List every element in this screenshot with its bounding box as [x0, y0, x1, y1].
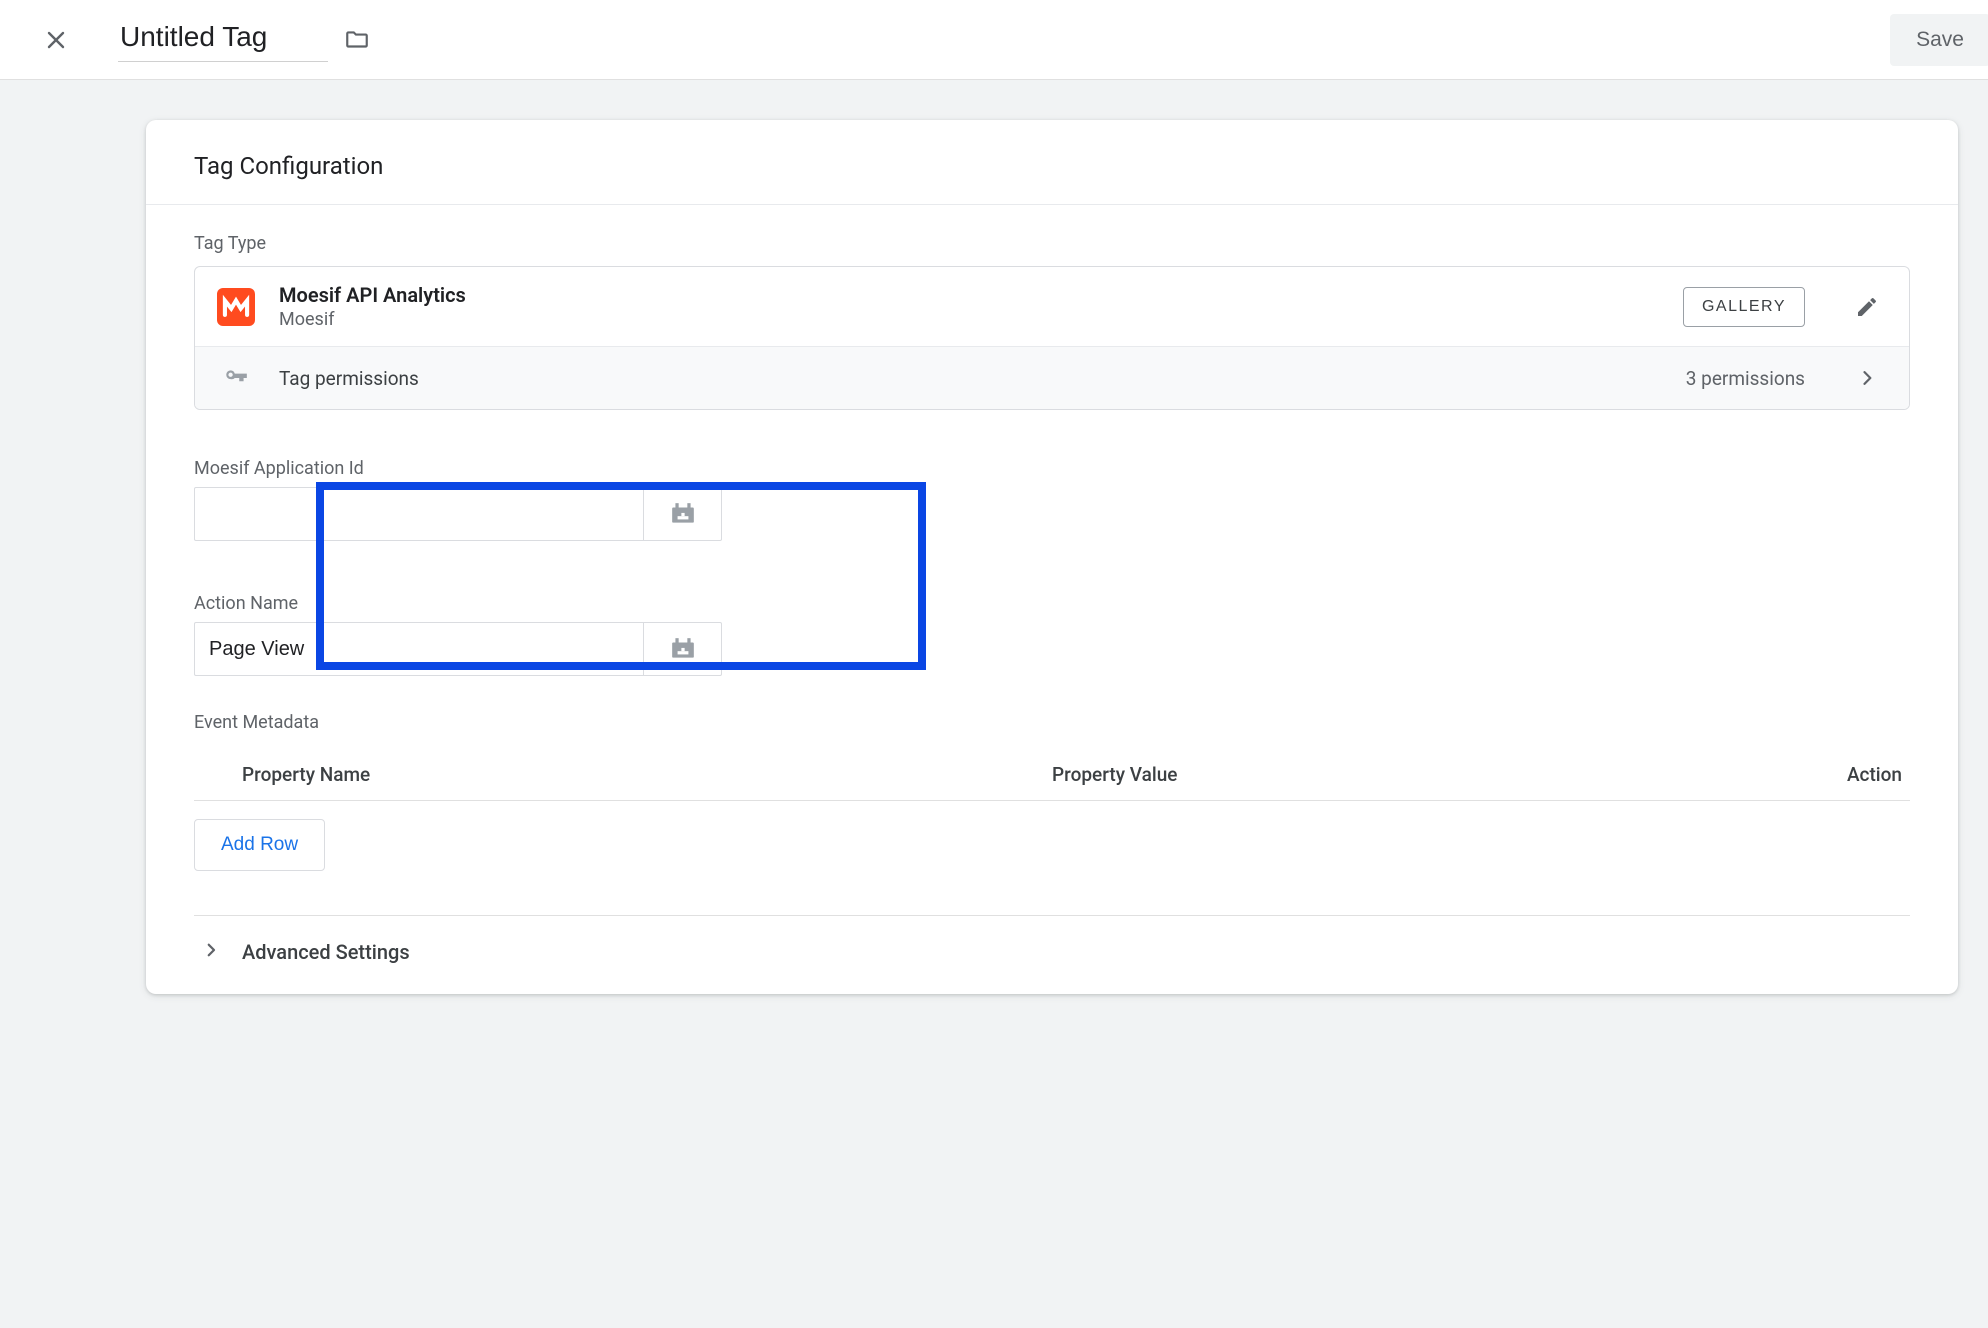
page-body: Tag Configuration Tag Type Moesif API An…	[0, 80, 1988, 1044]
tag-type-box: Moesif API Analytics Moesif GALLERY Tag …	[194, 266, 1910, 410]
col-property-value: Property Value	[1052, 763, 1790, 786]
event-metadata-label: Event Metadata	[194, 712, 1910, 733]
tag-title: Moesif API Analytics	[279, 283, 466, 307]
app-id-label: Moesif Application Id	[194, 458, 1910, 479]
event-metadata-section: Event Metadata Property Name Property Va…	[146, 712, 1958, 871]
add-row-button[interactable]: Add Row	[194, 819, 325, 871]
chevron-right-icon	[1847, 368, 1887, 388]
action-name-label: Action Name	[194, 593, 1910, 614]
action-name-input[interactable]	[194, 622, 644, 676]
config-card: Tag Configuration Tag Type Moesif API An…	[146, 120, 1958, 994]
col-action: Action	[1790, 763, 1910, 786]
gallery-button[interactable]: GALLERY	[1683, 287, 1805, 327]
tag-vendor: Moesif	[279, 309, 466, 330]
tag-info: Moesif API Analytics Moesif	[279, 283, 466, 330]
action-name-field: Action Name	[146, 593, 1958, 676]
metadata-table-header: Property Name Property Value Action	[194, 749, 1910, 801]
col-property-name: Property Name	[194, 763, 1052, 786]
advanced-settings-row[interactable]: Advanced Settings	[146, 916, 1958, 964]
top-bar: Save	[0, 0, 1988, 80]
app-id-field: Moesif Application Id	[146, 458, 1958, 541]
title-area	[118, 17, 372, 62]
permissions-label: Tag permissions	[279, 367, 419, 390]
variable-picker-icon[interactable]	[644, 622, 722, 676]
close-icon[interactable]	[34, 18, 78, 62]
variable-picker-icon[interactable]	[644, 487, 722, 541]
app-id-input[interactable]	[194, 487, 644, 541]
card-title: Tag Configuration	[146, 120, 1958, 205]
permissions-row[interactable]: Tag permissions 3 permissions	[195, 346, 1909, 409]
permissions-count: 3 permissions	[1686, 367, 1805, 390]
tag-type-label: Tag Type	[194, 233, 1910, 254]
chevron-right-icon	[202, 941, 220, 963]
moesif-logo-icon	[217, 288, 255, 326]
tag-name-input[interactable]	[118, 17, 328, 62]
folder-icon[interactable]	[342, 25, 372, 55]
selected-tag-row: Moesif API Analytics Moesif GALLERY	[195, 267, 1909, 346]
edit-icon[interactable]	[1847, 287, 1887, 327]
save-button[interactable]: Save	[1890, 14, 1988, 66]
tag-type-section: Tag Type Moesif API Analytics Moesif GAL…	[146, 205, 1958, 410]
key-icon	[217, 365, 255, 391]
advanced-settings-label: Advanced Settings	[242, 940, 410, 964]
